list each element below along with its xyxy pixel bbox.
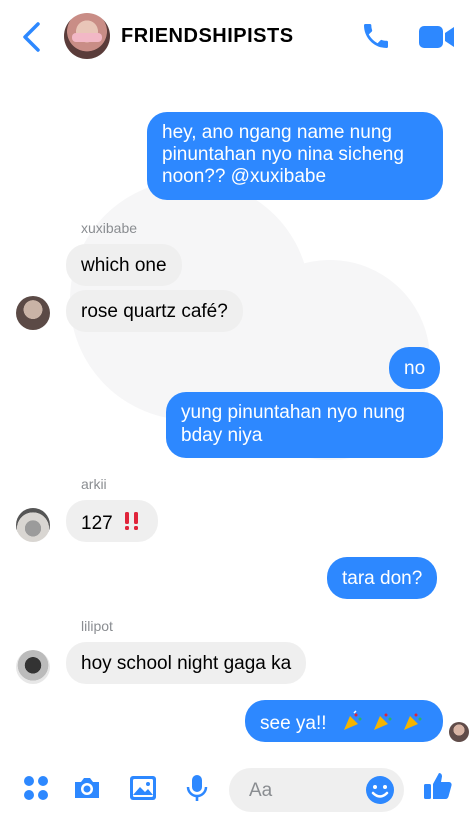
sender-name: lilipot: [81, 618, 113, 634]
incoming-message[interactable]: hoy school night gaga ka: [66, 642, 307, 684]
emoji-icon[interactable]: [364, 774, 396, 806]
avatar[interactable]: [16, 508, 50, 542]
sender-name: xuxibabe: [81, 220, 138, 236]
phone-call-icon[interactable]: [360, 20, 392, 52]
outgoing-message[interactable]: no: [389, 347, 441, 389]
outgoing-message[interactable]: tara don?: [327, 557, 438, 599]
gallery-icon[interactable]: [127, 772, 159, 804]
chat-header: FRIENDSHIPISTS: [0, 0, 474, 72]
read-receipt-avatar: [449, 722, 469, 742]
avatar[interactable]: [16, 296, 50, 330]
outgoing-message[interactable]: yung pinuntahan nyo nung bday niya: [166, 392, 443, 458]
incoming-message[interactable]: which one: [66, 244, 182, 286]
chat-title[interactable]: FRIENDSHIPISTS: [121, 25, 294, 48]
party-popper-icon: [374, 713, 392, 730]
apps-icon[interactable]: [20, 772, 52, 804]
outgoing-message[interactable]: see ya!!: [245, 700, 443, 742]
outgoing-message[interactable]: hey, ano ngang name nung pinuntahan nyo …: [147, 112, 443, 200]
party-popper-icon: [404, 713, 422, 730]
message-composer: Aa: [0, 760, 474, 820]
microphone-icon[interactable]: [181, 772, 213, 804]
back-chevron-icon[interactable]: [18, 20, 46, 54]
party-popper-icon: [343, 710, 362, 730]
camera-icon[interactable]: [71, 772, 103, 804]
video-call-icon[interactable]: [418, 23, 456, 51]
incoming-message[interactable]: 127: [66, 500, 158, 542]
sender-name: arkii: [81, 476, 107, 492]
thumbs-up-icon[interactable]: [422, 770, 454, 802]
incoming-message[interactable]: rose quartz café?: [66, 290, 243, 332]
avatar[interactable]: [16, 650, 50, 684]
double-exclamation-icon: [124, 512, 138, 530]
group-avatar[interactable]: [64, 13, 110, 59]
